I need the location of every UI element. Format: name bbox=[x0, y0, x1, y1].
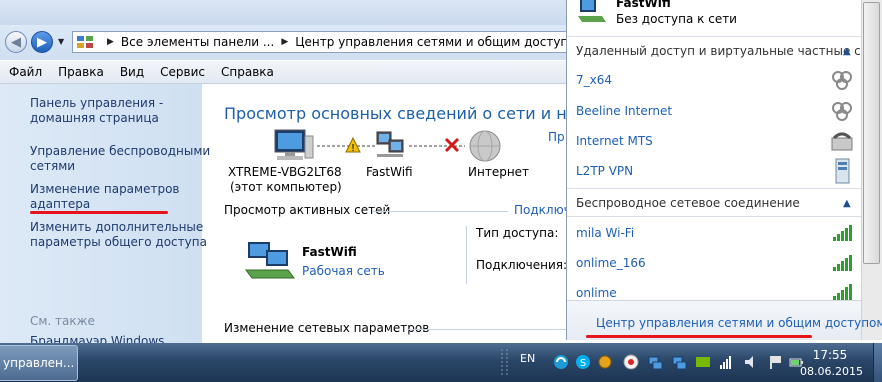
arrow-right-icon: ▶ bbox=[37, 34, 47, 50]
divider bbox=[567, 36, 861, 37]
network-location-link[interactable]: Рабочая сеть bbox=[302, 264, 385, 278]
wifi-signal-icon bbox=[833, 225, 852, 241]
menu-edit[interactable]: Правка bbox=[49, 65, 111, 79]
connections-label: Подключения: bbox=[476, 258, 568, 272]
volume-icon[interactable] bbox=[743, 354, 759, 370]
map-internet[interactable]: Интернет bbox=[468, 165, 529, 179]
dialup-item[interactable]: 7_x64 bbox=[576, 73, 612, 87]
network-icon bbox=[578, 0, 606, 22]
recent-pages-dropdown[interactable]: ▼ bbox=[58, 37, 64, 46]
vpn-icon bbox=[832, 102, 852, 121]
globe-icon bbox=[469, 130, 501, 162]
menu-tools[interactable]: Сервис bbox=[151, 65, 212, 79]
open-network-center-link[interactable]: Центр управления сетями и общим доступом bbox=[596, 316, 882, 330]
show-desktop-button[interactable] bbox=[873, 343, 882, 382]
divider bbox=[372, 211, 508, 212]
wifi-signal-icon bbox=[833, 284, 852, 300]
chevron-up-icon[interactable]: ▲ bbox=[843, 46, 851, 57]
dialup-item[interactable]: Beeline Internet bbox=[576, 104, 672, 118]
divider bbox=[567, 188, 861, 189]
chevron-right-icon: ▶ bbox=[107, 37, 114, 47]
wifi-network-item[interactable]: mila Wi-Fi bbox=[576, 226, 634, 240]
wifi-signal-icon bbox=[833, 255, 852, 271]
current-network-status: Без доступа к сети bbox=[616, 12, 737, 26]
nvidia-icon[interactable] bbox=[695, 354, 711, 370]
sidebar-link-adapter-settings[interactable]: Изменение параметров адаптера bbox=[30, 182, 180, 212]
svg-text:S: S bbox=[580, 358, 586, 369]
network-tray-icon[interactable] bbox=[647, 354, 663, 370]
breadcrumb-all-items[interactable]: Все элементы панели ... bbox=[121, 35, 274, 49]
computer-icon bbox=[274, 129, 314, 160]
divider bbox=[407, 329, 567, 330]
settings-icon[interactable] bbox=[597, 354, 613, 370]
control-panel-icon bbox=[76, 35, 94, 49]
divider bbox=[466, 226, 467, 284]
sidebar-link-control-panel-home[interactable]: Панель управления - домашняя страница bbox=[30, 96, 163, 126]
wireless-section-heading[interactable]: Беспроводное сетевое соединение bbox=[576, 196, 800, 210]
sidebar-link-manage-wireless[interactable]: Управление беспроводными сетями bbox=[30, 144, 210, 174]
connect-disconnect-link[interactable]: Подключ bbox=[514, 203, 571, 217]
menu-help[interactable]: Справка bbox=[212, 65, 281, 79]
map-network-name[interactable]: FastWifi bbox=[366, 165, 413, 179]
menu-view[interactable]: Вид bbox=[111, 65, 151, 79]
language-indicator[interactable]: EN bbox=[520, 352, 535, 365]
scrollbar-thumb[interactable] bbox=[863, 2, 880, 264]
network-bench-icon bbox=[245, 242, 295, 279]
yandex-disk-icon[interactable] bbox=[623, 354, 639, 370]
current-network-name: FastWifi bbox=[616, 0, 671, 10]
chevron-up-icon[interactable]: ▲ bbox=[843, 198, 851, 209]
change-settings-heading: Изменение сетевых параметров bbox=[224, 321, 430, 335]
clock-date[interactable]: 08.06.2015 bbox=[800, 365, 863, 378]
clock-time[interactable]: 17:55 bbox=[808, 348, 852, 362]
server-icon bbox=[835, 158, 850, 184]
sync-icon[interactable] bbox=[553, 354, 569, 370]
network-map: ! bbox=[274, 129, 501, 162]
view-full-map-link[interactable]: Пр bbox=[548, 130, 565, 144]
highlight-underline bbox=[586, 335, 812, 338]
map-computer-name[interactable]: XTREME-VBG2LT68 bbox=[228, 165, 342, 179]
modem-phone-icon bbox=[831, 132, 853, 151]
sidebar-link-firewall[interactable]: Брандмауэр Windows bbox=[30, 334, 164, 343]
dialup-section-heading[interactable]: Удаленный доступ и виртуальные частные с… bbox=[576, 44, 882, 58]
chevron-right-icon: ▶ bbox=[281, 37, 289, 47]
grip-icon bbox=[501, 349, 508, 377]
forward-button[interactable]: ▶ bbox=[31, 31, 53, 53]
breadcrumb-network-center[interactable]: Центр управления сетями и общим доступом bbox=[295, 35, 567, 49]
dialup-item[interactable]: Internet MTS bbox=[576, 134, 653, 148]
wifi-tray-icon[interactable] bbox=[719, 354, 735, 370]
see-also-heading: См. также bbox=[30, 314, 95, 328]
back-button[interactable]: ◀ bbox=[5, 31, 27, 53]
active-networks-heading: Просмотр активных сетей bbox=[224, 203, 391, 217]
divider bbox=[567, 216, 861, 217]
network-tray-icon[interactable] bbox=[671, 354, 687, 370]
vpn-icon bbox=[832, 71, 852, 90]
flag-icon[interactable] bbox=[767, 354, 783, 370]
no-connection-icon bbox=[444, 137, 460, 153]
active-network-name: FastWifi bbox=[302, 245, 357, 259]
arrow-left-icon: ◀ bbox=[11, 34, 21, 50]
wifi-network-item[interactable]: onlime_166 bbox=[576, 256, 646, 270]
window-title-bar bbox=[0, 0, 570, 25]
taskbar-window-button[interactable]: управлен... bbox=[0, 345, 78, 381]
skype-icon[interactable]: S bbox=[575, 354, 591, 370]
highlight-underline bbox=[30, 211, 168, 214]
sidebar-link-advanced-sharing[interactable]: Изменить дополнительные параметры общего… bbox=[30, 220, 207, 250]
access-type-label: Тип доступа: bbox=[476, 226, 559, 240]
wifi-network-item[interactable]: onlime bbox=[576, 286, 617, 300]
network-icon bbox=[376, 131, 404, 157]
map-computer-sub: (этот компьютер) bbox=[230, 180, 342, 194]
address-bar[interactable]: ▶ Все элементы панели ... ▶ Центр управл… bbox=[72, 31, 568, 53]
menu-file[interactable]: Файл bbox=[0, 65, 49, 79]
dialup-item[interactable]: L2TP VPN bbox=[576, 164, 633, 178]
svg-text:!: ! bbox=[351, 143, 355, 154]
menu-bar: Файл Правка Вид Сервис Справка bbox=[0, 61, 570, 84]
